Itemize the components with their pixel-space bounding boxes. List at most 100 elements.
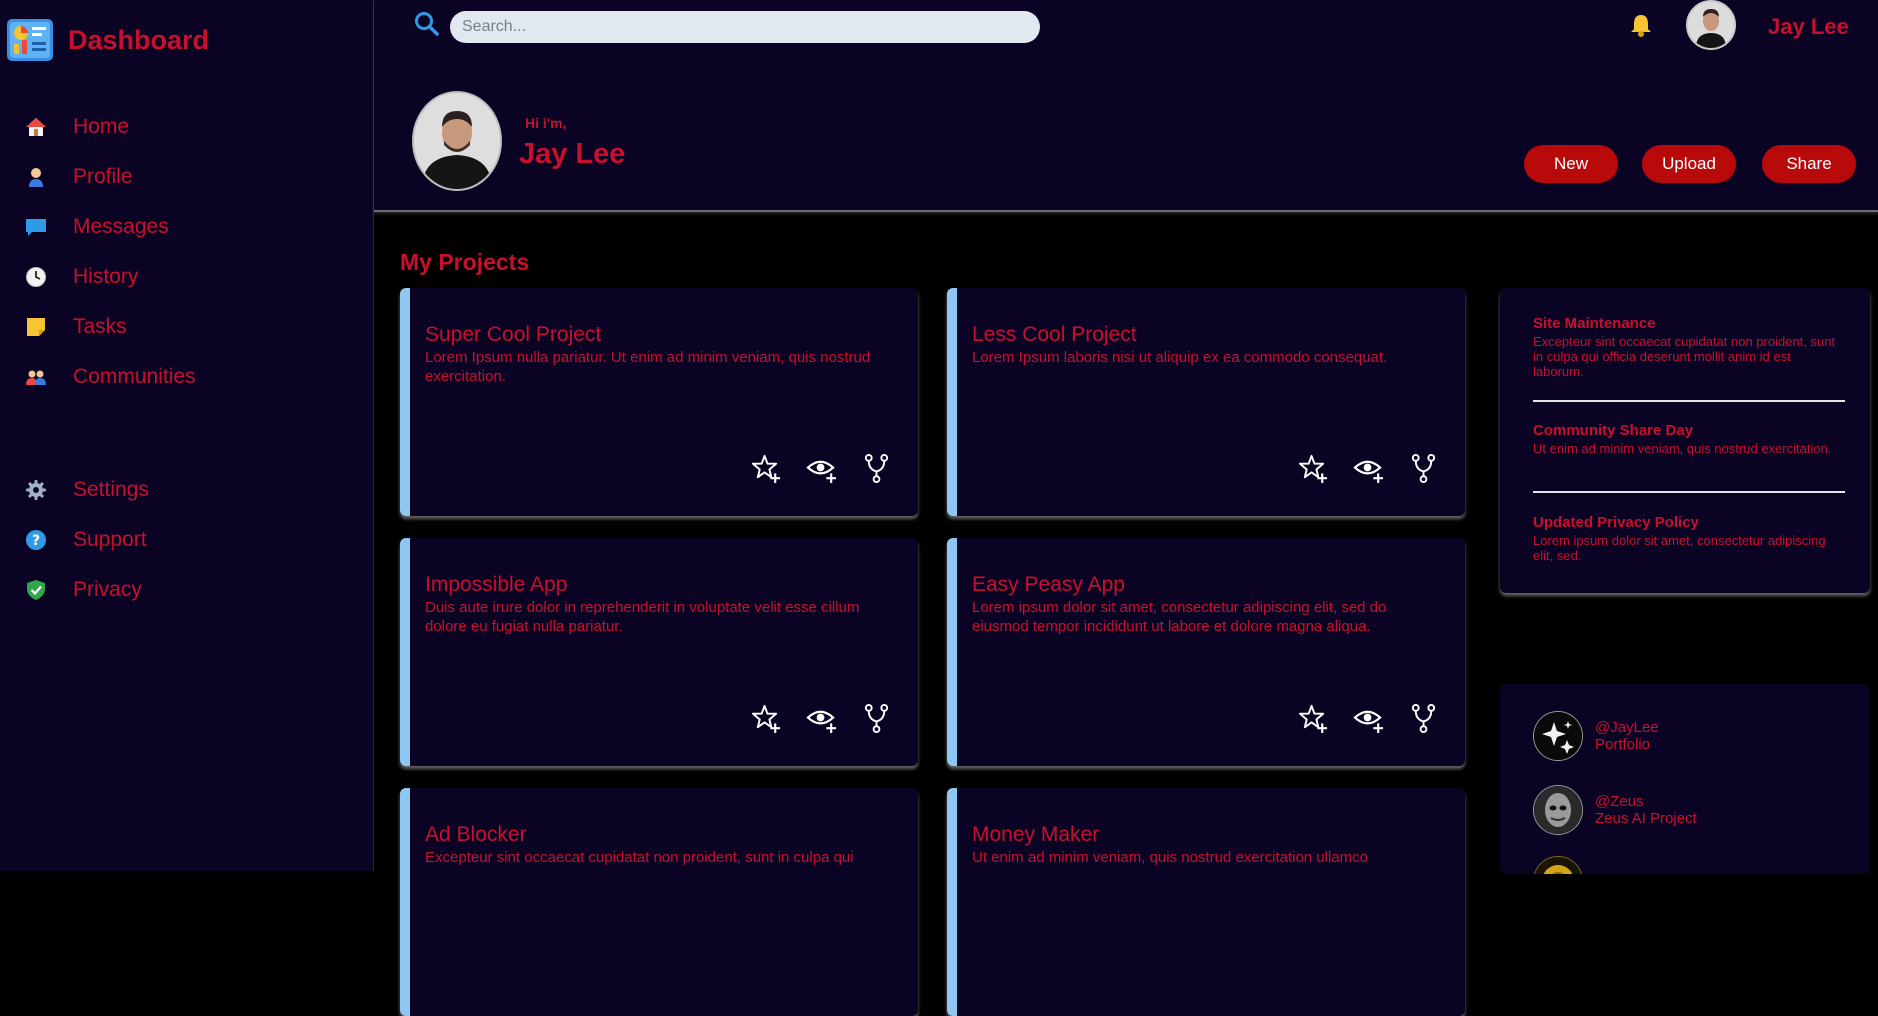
- star-add-icon[interactable]: [1298, 453, 1329, 484]
- share-button[interactable]: Share: [1762, 145, 1856, 183]
- trending-project[interactable]: Zeus AI Project: [1595, 810, 1697, 827]
- trending-item[interactable]: @JayLee Portfolio: [1533, 711, 1659, 761]
- announcement-title: Site Maintenance: [1533, 315, 1656, 332]
- fork-icon[interactable]: [861, 453, 892, 484]
- project-title[interactable]: Super Cool Project: [425, 323, 601, 347]
- watch-add-icon[interactable]: [1353, 703, 1384, 734]
- robot-avatar: [1533, 785, 1583, 835]
- nav-label: History: [73, 265, 139, 288]
- announcement-text: Lorem ipsum dolor sit amet, consectetur …: [1533, 533, 1826, 563]
- project-title[interactable]: Money Maker: [972, 823, 1099, 847]
- nav-item-messages[interactable]: Messages: [24, 212, 169, 242]
- greeting: Hi i'm,: [525, 115, 567, 131]
- user-name[interactable]: Jay Lee: [1768, 14, 1849, 40]
- nav-label: Communities: [73, 365, 196, 388]
- gold-avatar: [1533, 856, 1583, 874]
- project-title[interactable]: Impossible App: [425, 573, 567, 597]
- project-actions: [1298, 453, 1439, 484]
- nav-item-profile[interactable]: Profile: [24, 162, 133, 192]
- trending-project[interactable]: Portfolio: [1595, 736, 1659, 753]
- star-add-icon[interactable]: [1298, 703, 1329, 734]
- help-icon: ?: [24, 528, 48, 552]
- nav-label: Privacy: [73, 578, 142, 601]
- project-card[interactable]: Easy Peasy App Lorem ipsum dolor sit ame…: [947, 538, 1465, 766]
- trending-handle[interactable]: @Zeus: [1595, 793, 1697, 810]
- trending-text: @Zeus Zeus AI Project: [1595, 793, 1697, 827]
- new-button[interactable]: New: [1524, 145, 1618, 183]
- star-add-icon[interactable]: [751, 703, 782, 734]
- watch-add-icon[interactable]: [806, 453, 837, 484]
- announcement-text: Excepteur sint occaecat cupidatat non pr…: [1533, 334, 1836, 379]
- shield-icon: [24, 578, 48, 602]
- star-add-icon[interactable]: [751, 453, 782, 484]
- user-avatar[interactable]: [1686, 0, 1736, 50]
- brand-title: Dashboard: [68, 24, 210, 55]
- nav-item-history[interactable]: History: [24, 262, 138, 292]
- fork-icon[interactable]: [1408, 453, 1439, 484]
- project-description: Ut enim ad minim veniam, quis nostrud ex…: [972, 849, 1368, 866]
- trending-item[interactable]: @Zeus Zeus AI Project: [1533, 785, 1697, 835]
- nav-item-privacy[interactable]: Privacy: [24, 575, 142, 605]
- nav-item-communities[interactable]: Communities: [24, 362, 196, 392]
- profile-photo: [412, 91, 502, 191]
- dashboard-logo-icon: [7, 19, 53, 61]
- upload-button[interactable]: Upload: [1642, 145, 1736, 183]
- bell-icon[interactable]: [1629, 12, 1653, 38]
- watch-add-icon[interactable]: [806, 703, 837, 734]
- svg-text:?: ?: [32, 533, 40, 549]
- trending-panel: @JayLee Portfolio @Zeus Zeus AI Project: [1500, 684, 1870, 874]
- trending-item[interactable]: [1533, 856, 1583, 874]
- nav-item-settings[interactable]: Settings: [24, 475, 149, 505]
- clock-icon: [24, 265, 48, 289]
- project-card[interactable]: Money Maker Ut enim ad minim veniam, qui…: [947, 788, 1465, 1016]
- projects-title: My Projects: [400, 249, 530, 275]
- project-actions: [1298, 703, 1439, 734]
- project-description: Lorem ipsum dolor sit amet, consectetur …: [972, 599, 1387, 635]
- watch-add-icon[interactable]: [1353, 453, 1384, 484]
- search-icon[interactable]: [414, 11, 440, 37]
- announcements-panel: Site Maintenance Excepteur sint occaecat…: [1500, 288, 1870, 593]
- project-title[interactable]: Easy Peasy App: [972, 573, 1125, 597]
- profile-icon: [24, 165, 48, 189]
- announcement-text: Ut enim ad minim veniam, quis nostrud ex…: [1533, 441, 1832, 456]
- fork-icon[interactable]: [1408, 703, 1439, 734]
- divider: [1533, 491, 1845, 493]
- nav-label: Settings: [73, 478, 149, 501]
- gear-icon: [24, 478, 48, 502]
- trending-text: @JayLee Portfolio: [1595, 719, 1659, 753]
- announcement[interactable]: Site Maintenance Excepteur sint occaecat…: [1533, 315, 1843, 379]
- sticky-note-icon: [24, 315, 48, 339]
- nav-item-home[interactable]: Home: [24, 112, 129, 142]
- trending-handle[interactable]: @JayLee: [1595, 719, 1659, 736]
- project-description: Excepteur sint occaecat cupidatat non pr…: [425, 849, 854, 866]
- sparkles-avatar: [1533, 711, 1583, 761]
- nav-item-tasks[interactable]: Tasks: [24, 312, 127, 342]
- project-card[interactable]: Impossible App Duis aute irure dolor in …: [400, 538, 918, 766]
- announcement-title: Updated Privacy Policy: [1533, 514, 1699, 531]
- nav-label: Messages: [73, 215, 169, 238]
- project-description: Duis aute irure dolor in reprehenderit i…: [425, 599, 860, 635]
- messages-icon: [24, 215, 48, 239]
- divider: [1533, 400, 1845, 402]
- search-input[interactable]: [450, 11, 1040, 43]
- announcement[interactable]: Updated Privacy Policy Lorem ipsum dolor…: [1533, 514, 1843, 563]
- nav-label: Profile: [73, 165, 133, 188]
- project-card[interactable]: Less Cool Project Lorem Ipsum laboris ni…: [947, 288, 1465, 516]
- nav-label: Tasks: [73, 315, 127, 338]
- project-title[interactable]: Less Cool Project: [972, 323, 1137, 347]
- project-actions: [751, 703, 892, 734]
- project-card[interactable]: Ad Blocker Excepteur sint occaecat cupid…: [400, 788, 918, 1016]
- project-title[interactable]: Ad Blocker: [425, 823, 527, 847]
- project-description: Lorem Ipsum nulla pariatur. Ut enim ad m…: [425, 349, 871, 385]
- fork-icon[interactable]: [861, 703, 892, 734]
- nav-item-support[interactable]: ? Support: [24, 525, 147, 555]
- brand[interactable]: Dashboard: [6, 18, 209, 62]
- hero-name: Jay Lee: [519, 138, 626, 170]
- project-description: Lorem Ipsum laboris nisi ut aliquip ex e…: [972, 349, 1388, 366]
- announcement[interactable]: Community Share Day Ut enim ad minim ven…: [1533, 422, 1843, 456]
- project-card[interactable]: Super Cool Project Lorem Ipsum nulla par…: [400, 288, 918, 516]
- header: Jay Lee Hi i'm, Jay Lee New Upload Share: [374, 0, 1878, 212]
- announcement-title: Community Share Day: [1533, 422, 1694, 439]
- nav-label: Home: [73, 115, 130, 138]
- people-icon: [24, 365, 48, 389]
